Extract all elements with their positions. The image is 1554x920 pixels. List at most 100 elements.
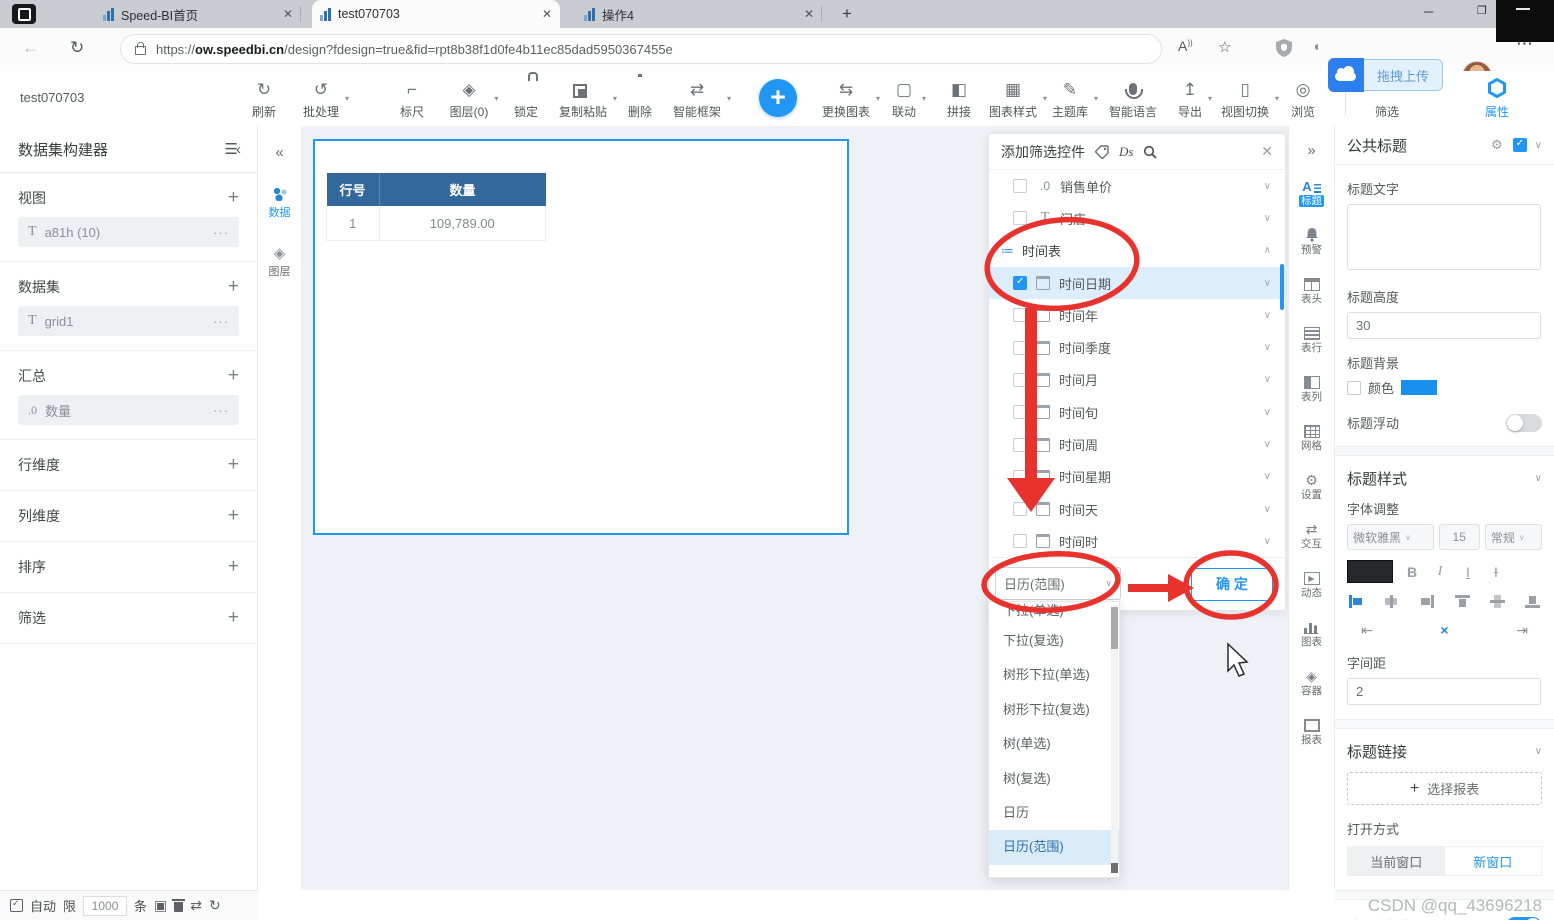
chevron-down-icon[interactable]: ∨ [1264,374,1271,385]
item-more-icon[interactable]: ··· [213,403,229,418]
checkbox[interactable] [1013,308,1027,322]
field-time-week[interactable]: 时间周∨ [989,428,1285,460]
align-right-button[interactable] [1419,595,1434,608]
checkbox[interactable] [1013,373,1027,387]
ds-icon[interactable]: Ds [1119,144,1133,160]
bold-button[interactable]: B [1403,564,1421,580]
dataset-item-grid1[interactable]: Tgrid1··· [18,306,239,336]
open-current-window-button[interactable]: 当前窗口 [1348,847,1445,875]
title-text-input[interactable] [1347,204,1541,270]
new-tab-button[interactable]: + [836,3,858,25]
field-time-weekday[interactable]: 时间星期∨ [989,461,1285,493]
field-time-year[interactable]: 时间年∨ [989,299,1285,331]
auto-checkbox[interactable] [10,899,23,912]
toolbar-splice[interactable]: ◧拼接 [947,78,971,120]
chevron-down-icon[interactable]: ∨ [1264,310,1271,321]
rail-container-tab[interactable]: ◈容器 [1289,666,1334,698]
scrollbar-thumb[interactable] [1280,264,1284,310]
add-filter-button[interactable]: + [228,607,239,629]
gear-icon[interactable]: ⚙ [1491,137,1503,153]
strikethrough-button[interactable]: I [1487,564,1505,580]
option-dropdown-single[interactable]: 下拉(单选) [989,602,1119,624]
checkbox[interactable] [1013,438,1027,452]
toolbar-copy-paste[interactable]: ▾复制粘贴 [559,78,607,120]
checkbox[interactable] [1013,179,1027,193]
rail-title-tab[interactable]: A标题 [1289,176,1334,208]
align-left-button[interactable] [1349,595,1364,608]
group-time-table[interactable]: ≔时间表∧ [989,235,1285,267]
reload-data-icon[interactable]: ↻ [209,897,221,914]
toolbar-export[interactable]: ↥▾导出 [1178,78,1202,120]
confirm-button[interactable]: 确 定 [1191,568,1273,601]
clear-icon[interactable] [174,902,183,912]
dropdown-scrollbar[interactable] [1111,605,1118,873]
collapse-sidebar-icon[interactable]: « [258,144,301,161]
chevron-down-icon[interactable]: ∨ [1264,213,1271,224]
field-sale-price[interactable]: .0销售单价∨ [989,170,1285,202]
title-height-input[interactable] [1347,312,1541,339]
rail-settings-tab[interactable]: ⚙设置 [1289,470,1334,502]
chevron-down-icon[interactable]: ∨ [1264,181,1271,192]
tab-actions-icon[interactable] [12,4,36,24]
option-tree-dropdown-single[interactable]: 树形下拉(单选) [989,658,1119,692]
bg-color-checkbox[interactable] [1347,381,1361,395]
add-view-button[interactable]: + [228,187,239,209]
field-store[interactable]: T门店∨ [989,202,1285,234]
minimize-button[interactable]: ─ [1424,4,1433,19]
chevron-down-icon[interactable]: ∨ [1264,407,1271,418]
read-aloud-icon[interactable]: A)) [1178,38,1193,54]
font-weight-select[interactable]: 常规∨ [1485,524,1542,550]
chevron-down-icon[interactable]: ∨ [1264,342,1271,353]
option-dropdown-multi[interactable]: 下拉(复选) [989,624,1119,658]
rail-dynamic-tab[interactable]: ▶动态 [1289,568,1334,600]
rail-interaction-tab[interactable]: ⇄交互 [1289,519,1334,551]
chevron-down-icon[interactable]: ∨ [1264,536,1271,547]
rail-table-col-tab[interactable]: 表列 [1289,372,1334,404]
summary-item-quantity[interactable]: .0数量··· [18,395,239,425]
chevron-up-icon[interactable]: ∧ [1264,245,1271,256]
tab-test070703[interactable]: test070703 ✕ [312,0,560,28]
option-tree-multi[interactable]: 树(复选) [989,762,1119,796]
font-size-input[interactable]: 15 [1439,524,1480,550]
option-tree-dropdown-multi[interactable]: 树形下拉(复选) [989,693,1119,727]
back-icon[interactable]: ← [22,38,39,58]
field-time-date[interactable]: 时间日期∨ [989,267,1285,299]
title-float-toggle[interactable] [1506,414,1542,432]
add-sort-button[interactable]: + [228,556,239,578]
option-calendar[interactable]: 日历 [989,796,1119,830]
shield-icon[interactable] [1276,39,1292,57]
title-style-header[interactable]: 标题样式 ∨ [1347,468,1542,489]
add-summary-button[interactable]: + [228,365,239,387]
tab-speedbi-home[interactable]: Speed-BI首页 ✕ [95,0,301,28]
field-time-day[interactable]: 时间天∨ [989,493,1285,525]
item-more-icon[interactable]: ··· [213,314,229,329]
toolbar-linkage[interactable]: ▢▾联动 [892,78,916,120]
toolbar-chart-style[interactable]: ▦▾图表样式 [989,78,1037,120]
to-start-icon[interactable]: ⇤ [1361,622,1373,639]
option-calendar-range[interactable]: 日历(范围) [989,830,1119,864]
title-enabled-checkbox[interactable] [1513,138,1527,152]
close-icon[interactable]: ✕ [1261,143,1273,160]
extensions-icon[interactable]: ◖ [1312,38,1320,54]
control-type-select[interactable]: 日历(范围) ∨ [995,567,1121,600]
expand-panel-icon[interactable]: » [1289,142,1334,159]
checkbox[interactable] [1013,534,1027,548]
add-dataset-button[interactable]: + [228,276,239,298]
add-row-dimension-button[interactable]: + [228,454,239,476]
toolbar-properties[interactable]: 属性 [1485,78,1509,120]
checkbox-checked[interactable] [1013,276,1027,290]
rail-table-row-tab[interactable]: 表行 [1289,323,1334,355]
align-bottom-button[interactable] [1525,595,1540,608]
to-end-icon[interactable]: ⇥ [1516,622,1528,639]
field-time-tenday[interactable]: 时间旬∨ [989,396,1285,428]
address-bar[interactable]: https://ow.speedbi.cn/design?fdesign=tru… [120,34,1162,64]
underline-button[interactable]: I [1459,564,1477,580]
chevron-down-icon[interactable]: ∨ [1264,471,1271,482]
rail-grid-tab[interactable]: 网格 [1289,421,1334,453]
toolbar-smart-frame[interactable]: ⇄▾智能框架 [673,78,721,120]
checkbox[interactable] [1013,405,1027,419]
chevron-down-icon[interactable]: ∨ [1264,439,1271,450]
rail-data-tab[interactable]: 数据 [258,187,301,220]
checkbox[interactable] [1013,502,1027,516]
font-family-select[interactable]: 微软雅黑∨ [1347,524,1434,550]
